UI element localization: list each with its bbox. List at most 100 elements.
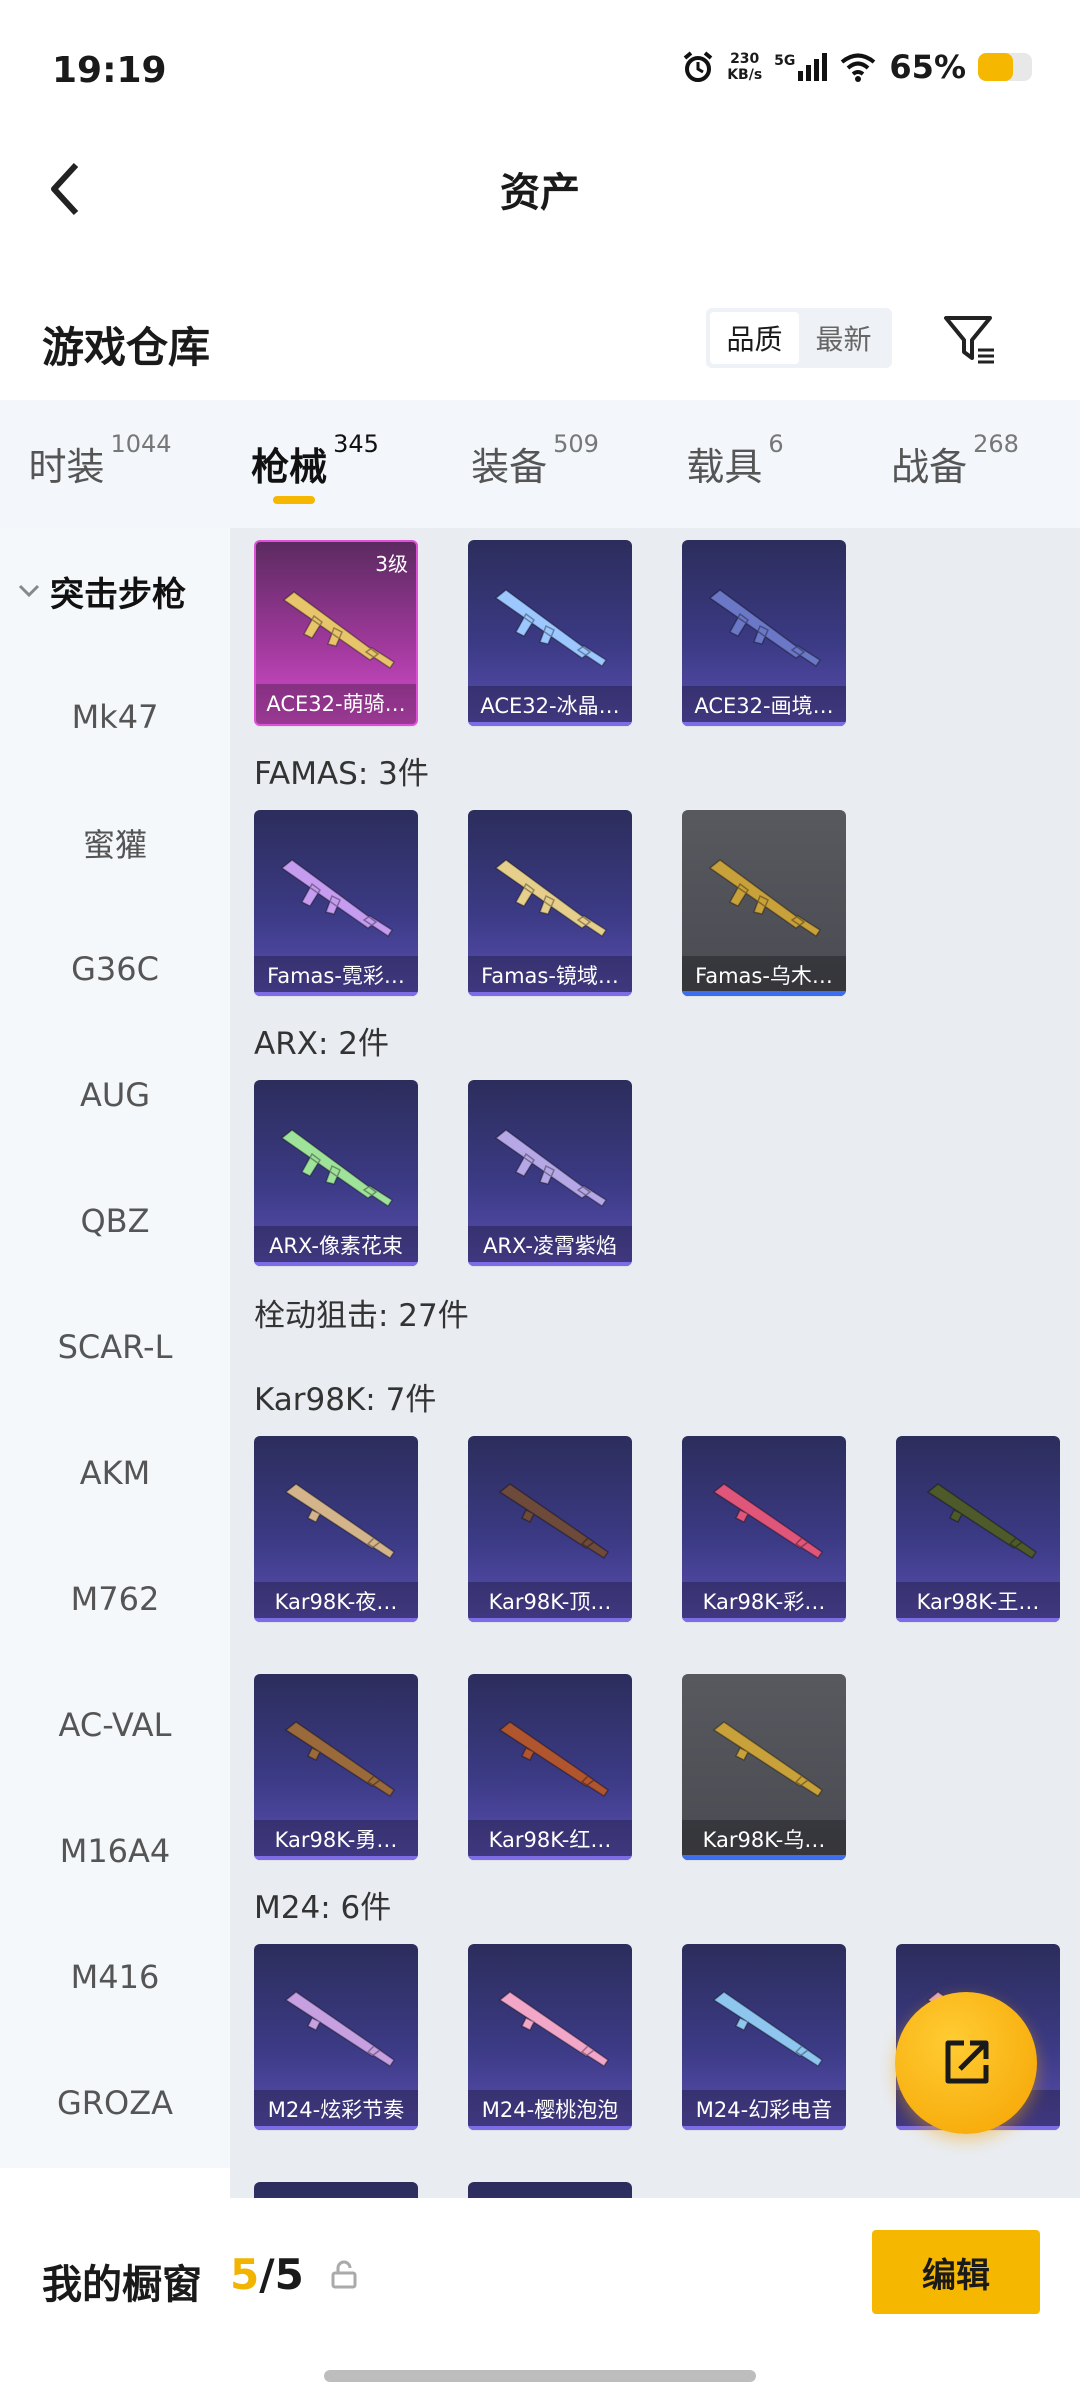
weapon-card[interactable]: Kar98K-红…: [468, 1674, 632, 1860]
sidebar-item-m416[interactable]: M416: [0, 1914, 230, 2040]
weapon-card-partial[interactable]: [254, 2182, 418, 2198]
showcase-title: 我的橱窗: [42, 2262, 202, 2308]
weapon-card[interactable]: Kar98K-夜…: [254, 1436, 418, 1622]
sort-option-newest[interactable]: 最新: [799, 312, 888, 364]
weapon-image: [498, 1991, 610, 2068]
weapon-card-label: Famas-镜域…: [468, 956, 632, 996]
group-label-famas: FAMAS: 3件: [254, 756, 429, 792]
weapon-image: [498, 1483, 610, 1560]
weapon-image: [280, 859, 394, 938]
showcase-count: 5/5: [230, 2250, 304, 2299]
page-title: 资产: [500, 170, 580, 216]
weapon-card-label: Kar98K-王…: [896, 1582, 1060, 1622]
sidebar-item-ac-val[interactable]: AC-VAL: [0, 1662, 230, 1788]
weapon-card[interactable]: 3级 ACE32-萌骑…: [254, 540, 418, 726]
weapon-image: [708, 859, 822, 938]
weapon-image: [712, 1483, 824, 1560]
weapon-card-label: M24-幻彩电音: [682, 2090, 846, 2130]
weapon-image: [712, 1991, 824, 2068]
weapon-card[interactable]: M24-樱桃泡泡: [468, 1944, 632, 2130]
battery-icon: [978, 53, 1032, 81]
weapon-card[interactable]: ACE32-画境…: [682, 540, 846, 726]
signal-5g-icon: 5G: [774, 53, 828, 81]
warehouse-title: 游戏仓库: [42, 323, 211, 372]
net-speed: 230 KB/s: [727, 51, 763, 83]
filter-icon: [944, 316, 994, 364]
tab-equipment[interactable]: 装备 509: [430, 400, 640, 528]
weapon-card-label: ARX-凌霄紫焰: [468, 1226, 632, 1266]
weapon-image: [494, 1129, 608, 1208]
weapon-card-label: Kar98K-勇…: [254, 1820, 418, 1860]
weapon-card-label: Kar98K-彩…: [682, 1582, 846, 1622]
weapon-card[interactable]: M24-幻彩电音: [682, 1944, 846, 2130]
sidebar-item-scar-l[interactable]: SCAR-L: [0, 1284, 230, 1410]
sidebar-item-akm[interactable]: AKM: [0, 1410, 230, 1536]
weapon-card[interactable]: Kar98K-顶…: [468, 1436, 632, 1622]
sort-option-quality[interactable]: 品质: [710, 312, 799, 364]
weapon-card-label: Famas-乌木…: [682, 956, 846, 996]
tab-guns[interactable]: 枪械 345: [200, 400, 430, 528]
weapon-image: [498, 1721, 610, 1798]
weapon-card[interactable]: Famas-镜域…: [468, 810, 632, 996]
weapon-card[interactable]: Famas-乌木…: [682, 810, 846, 996]
weapon-type-sidebar: 突击步枪 Mk47 蜜獾 G36C AUG QBZ SCAR-L AKM M76…: [0, 528, 230, 2168]
filter-button[interactable]: [940, 310, 1000, 370]
weapon-card-partial[interactable]: [468, 2182, 632, 2198]
sidebar-item-g36c[interactable]: G36C: [0, 906, 230, 1032]
weapon-card[interactable]: ACE32-冰晶…: [468, 540, 632, 726]
share-fab-button[interactable]: [895, 1992, 1037, 2134]
weapon-card[interactable]: Kar98K-彩…: [682, 1436, 846, 1622]
sidebar-item-qbz[interactable]: QBZ: [0, 1158, 230, 1284]
wifi-icon: [841, 53, 876, 82]
app-header: 资产: [0, 140, 1080, 300]
weapon-grid: 3级 ACE32-萌骑… ACE32-冰晶… ACE32-画境… FAMAS: 3…: [230, 528, 1080, 2198]
warehouse-header: 游戏仓库 品质 最新: [0, 300, 1080, 400]
tab-supplies[interactable]: 战备 268: [830, 400, 1080, 528]
weapon-card[interactable]: ARX-凌霄紫焰: [468, 1080, 632, 1266]
weapon-card[interactable]: Famas-霓彩…: [254, 810, 418, 996]
weapon-card-label: ACE32-画境…: [682, 686, 846, 726]
weapon-image: [708, 589, 822, 668]
category-tabs: 时装 1044 枪械 345 装备 509 载具 6 战备 268: [0, 400, 1080, 528]
lock-icon: [331, 2260, 357, 2289]
home-indicator[interactable]: [324, 2370, 756, 2382]
group-label-m24: M24: 6件: [254, 1890, 392, 1926]
weapon-card-label: ARX-像素花束: [254, 1226, 418, 1266]
sidebar-item-groza[interactable]: GROZA: [0, 2040, 230, 2166]
sidebar-item-m762[interactable]: M762: [0, 1536, 230, 1662]
group-label-bolt-action: 栓动狙击: 27件: [254, 1298, 469, 1334]
group-label-arx: ARX: 2件: [254, 1026, 390, 1062]
weapon-card[interactable]: ARX-像素花束: [254, 1080, 418, 1266]
chevron-down-icon: [18, 584, 40, 598]
sort-toggle: 品质 最新: [706, 308, 892, 368]
weapon-card-label: M24-炫彩节奏: [254, 2090, 418, 2130]
sidebar-item-m16a4[interactable]: M16A4: [0, 1788, 230, 1914]
sidebar-item-honey-badger[interactable]: 蜜獾: [0, 780, 230, 906]
weapon-image: [926, 1483, 1038, 1560]
weapon-image: [284, 1483, 396, 1560]
weapon-image: [712, 1721, 824, 1798]
sidebar-item-assault-rifles[interactable]: 突击步枪: [0, 528, 230, 654]
sidebar-item-mk47[interactable]: Mk47: [0, 654, 230, 780]
sidebar-item-aug[interactable]: AUG: [0, 1032, 230, 1158]
share-export-icon: [945, 2040, 989, 2084]
weapon-image: [284, 1991, 396, 2068]
weapon-card-label: M24-樱桃泡泡: [468, 2090, 632, 2130]
weapon-card[interactable]: Kar98K-王…: [896, 1436, 1060, 1622]
weapon-card[interactable]: Kar98K-乌…: [682, 1674, 846, 1860]
alarm-icon: [683, 51, 713, 82]
weapon-image: [494, 589, 608, 668]
weapon-card-label: Famas-霓彩…: [254, 956, 418, 996]
weapon-card[interactable]: M24-炫彩节奏: [254, 1944, 418, 2130]
edit-button[interactable]: 编辑: [872, 2230, 1040, 2314]
weapon-card-label: Kar98K-夜…: [254, 1582, 418, 1622]
status-bar: 19:19 230 KB/s 5G 65%: [0, 0, 1080, 140]
weapon-card[interactable]: Kar98K-勇…: [254, 1674, 418, 1860]
weapon-card-label: ACE32-萌骑…: [256, 684, 416, 724]
status-time: 19:19: [52, 50, 167, 91]
weapon-image: [284, 1721, 396, 1798]
weapon-card-label: ACE32-冰晶…: [468, 686, 632, 726]
tab-vehicles[interactable]: 载具 6: [640, 400, 830, 528]
tab-fashion[interactable]: 时装 1044: [0, 400, 200, 528]
group-label-kar98k: Kar98K: 7件: [254, 1382, 437, 1418]
